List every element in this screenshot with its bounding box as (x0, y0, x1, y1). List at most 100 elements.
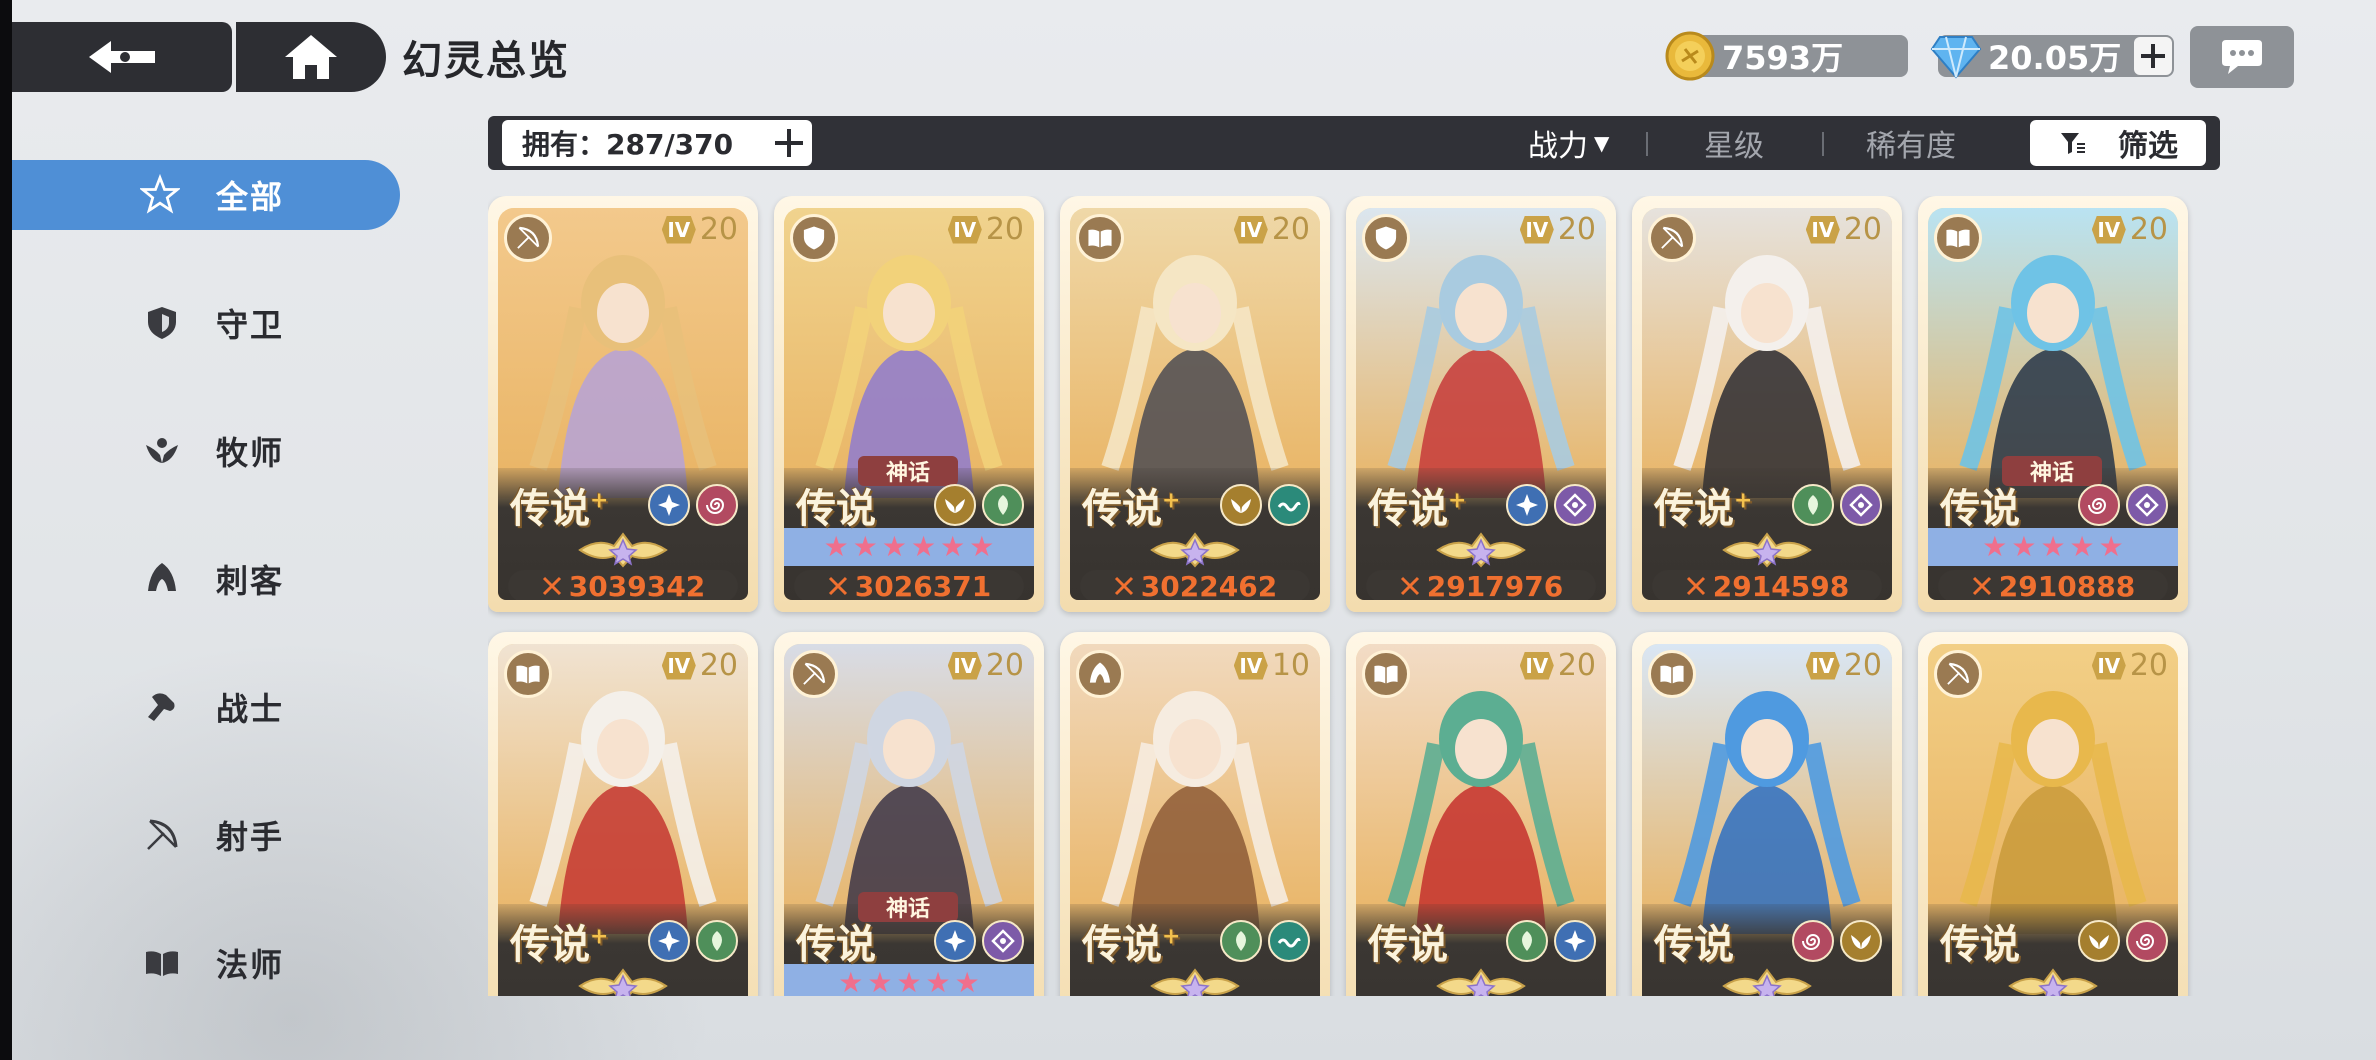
star-icon: ★ (2040, 530, 2066, 563)
back-arrow-icon (89, 41, 155, 73)
leaf-element-icon (1506, 920, 1548, 962)
sidebar-item-archer[interactable]: 射手 (12, 800, 392, 870)
diamond-element-icon (1840, 484, 1882, 526)
hero-card[interactable]: IV 20 传说+ 2917976 (1346, 196, 1616, 612)
bow-icon (142, 815, 182, 855)
owned-count-box[interactable]: 拥有：287/370 (502, 120, 812, 166)
star-icon: ★ (1982, 530, 2008, 563)
star-icon: ★ (940, 530, 966, 563)
hero-card[interactable]: IV 20 传说+ 3039342 (488, 196, 758, 612)
combat-power-value: 2917976 (1426, 569, 1564, 601)
hero-level: 20 (699, 212, 738, 247)
all-star-icon (140, 173, 180, 215)
book-icon (504, 650, 552, 698)
hero-card[interactable]: IV 20 传说+ (488, 632, 758, 996)
spiral-element-icon (1792, 920, 1834, 962)
spiral-element-icon (2078, 484, 2120, 526)
rarity-plus: + (1162, 923, 1181, 950)
sort-descending-icon: ▼ (1594, 131, 1610, 155)
sidebar-item-label: 战士 (216, 690, 285, 728)
sidebar-item-all[interactable]: 全部 (12, 160, 400, 230)
rarity-text: 传说 (1940, 485, 2020, 532)
priest-wings-icon (142, 431, 182, 471)
wave-element-icon (1268, 920, 1310, 962)
combat-power: 3039342 (508, 570, 738, 600)
combat-power-value: 3026371 (854, 569, 992, 601)
rarity-text: 传说 (796, 921, 876, 968)
crossed-swords-icon (1113, 575, 1135, 597)
rarity-plus: + (590, 487, 609, 514)
hero-card[interactable]: IV 20 传说+ 3022462 (1060, 196, 1330, 612)
sidebar-item-warrior[interactable]: 战士 (12, 672, 392, 742)
hero-level: 20 (1843, 212, 1882, 247)
hero-card-frame: IV 10 传说+ (1070, 644, 1320, 996)
hero-card[interactable]: IV 20 神话 传说 ★ ★ ★ ★ ★ 2910888 (1918, 196, 2188, 612)
tier-iv-icon: IV (661, 215, 696, 244)
crossed-swords-icon (827, 575, 849, 597)
hero-card[interactable]: IV 20 神话 传说 ★ ★ ★ ★ ★ ★ 3026371 (774, 196, 1044, 612)
rarity-label: 传说+ (510, 476, 608, 534)
hero-card[interactable]: IV 20 传说 (1346, 632, 1616, 996)
sidebar-item-label: 牧师 (216, 434, 285, 472)
book-icon (1648, 650, 1696, 698)
sidebar-item-mage[interactable]: 法师 (12, 928, 392, 998)
level-indicator: IV 20 (1805, 212, 1882, 247)
rarity-label: 传说 (1940, 912, 2020, 970)
sidebar-item-assassin[interactable]: 刺客 (12, 544, 392, 614)
book-icon (1934, 214, 1982, 262)
book-icon (142, 943, 182, 983)
back-button[interactable] (12, 22, 232, 92)
sort-by-rarity[interactable]: 稀有度 (1866, 116, 1956, 170)
book-icon (1362, 650, 1410, 698)
rarity-text: 传说 (1368, 485, 1448, 532)
level-indicator: IV 20 (1805, 648, 1882, 683)
add-gems-button[interactable] (2134, 37, 2172, 75)
rarity-text: 传说 (1940, 921, 2020, 968)
rarity-text: 传说 (1654, 485, 1734, 532)
star-icon: ★ (969, 530, 995, 563)
hero-card-frame: IV 20 传说 (1928, 644, 2178, 996)
chat-button[interactable] (2190, 26, 2294, 88)
hero-card[interactable]: IV 20 神话 传说 ★ ★ ★ ★ ★ (774, 632, 1044, 996)
expand-capacity-button[interactable] (772, 126, 806, 160)
wing-element-icon (1840, 920, 1882, 962)
sort-by-power[interactable]: 战力 ▼ (1528, 116, 1609, 170)
sort-by-stars[interactable]: 星级 (1704, 116, 1764, 170)
divider (1646, 132, 1648, 156)
wing-element-icon (1220, 484, 1262, 526)
level-indicator: IV 20 (2091, 212, 2168, 247)
hero-card-grid: IV 20 传说+ 3039342 IV 20 神话 传说 ★ ★ ★ ★ ★ ★ 3026371 IV 20 传… (488, 196, 2208, 996)
page-title: 幻灵总览 (402, 38, 570, 84)
home-button[interactable] (236, 22, 386, 92)
hero-level: 20 (1557, 648, 1596, 683)
filter-button[interactable]: 筛选 (2030, 120, 2206, 166)
hero-card-frame: IV 20 神话 传说 ★ ★ ★ ★ ★ 2910888 (1928, 208, 2178, 600)
hero-card[interactable]: IV 10 传说+ (1060, 632, 1330, 996)
bow-icon (1648, 214, 1696, 262)
star-element-icon (648, 920, 690, 962)
divider (1822, 132, 1824, 156)
screen-bezel (0, 0, 12, 1060)
sidebar-item-label: 射手 (216, 818, 285, 856)
sidebar-item-guard[interactable]: 守卫 (12, 288, 392, 358)
awakening-star-emblem (1436, 532, 1526, 568)
sidebar-item-priest[interactable]: 牧师 (12, 416, 392, 486)
awakening-star-emblem (1722, 532, 1812, 568)
leaf-element-icon (1220, 920, 1262, 962)
diamond-element-icon (2126, 484, 2168, 526)
bow-icon (1934, 650, 1982, 698)
tier-iv-icon: IV (1519, 215, 1554, 244)
leaf-element-icon (696, 920, 738, 962)
tier-iv-icon: IV (1519, 651, 1554, 680)
rarity-label: 传说 (1654, 912, 1734, 970)
hero-card[interactable]: IV 20 传说+ 2914598 (1632, 196, 1902, 612)
star-element-icon (934, 920, 976, 962)
hero-card[interactable]: IV 20 传说 (1918, 632, 2188, 996)
diamond-gem-icon (1930, 30, 1982, 82)
owned-count: 拥有：287/370 (522, 128, 734, 161)
spiral-element-icon (696, 484, 738, 526)
star-icon: ★ (2069, 530, 2095, 563)
tier-iv-icon: IV (661, 651, 696, 680)
combat-power-value: 2910888 (1998, 569, 2136, 601)
hero-card[interactable]: IV 20 传说 (1632, 632, 1902, 996)
